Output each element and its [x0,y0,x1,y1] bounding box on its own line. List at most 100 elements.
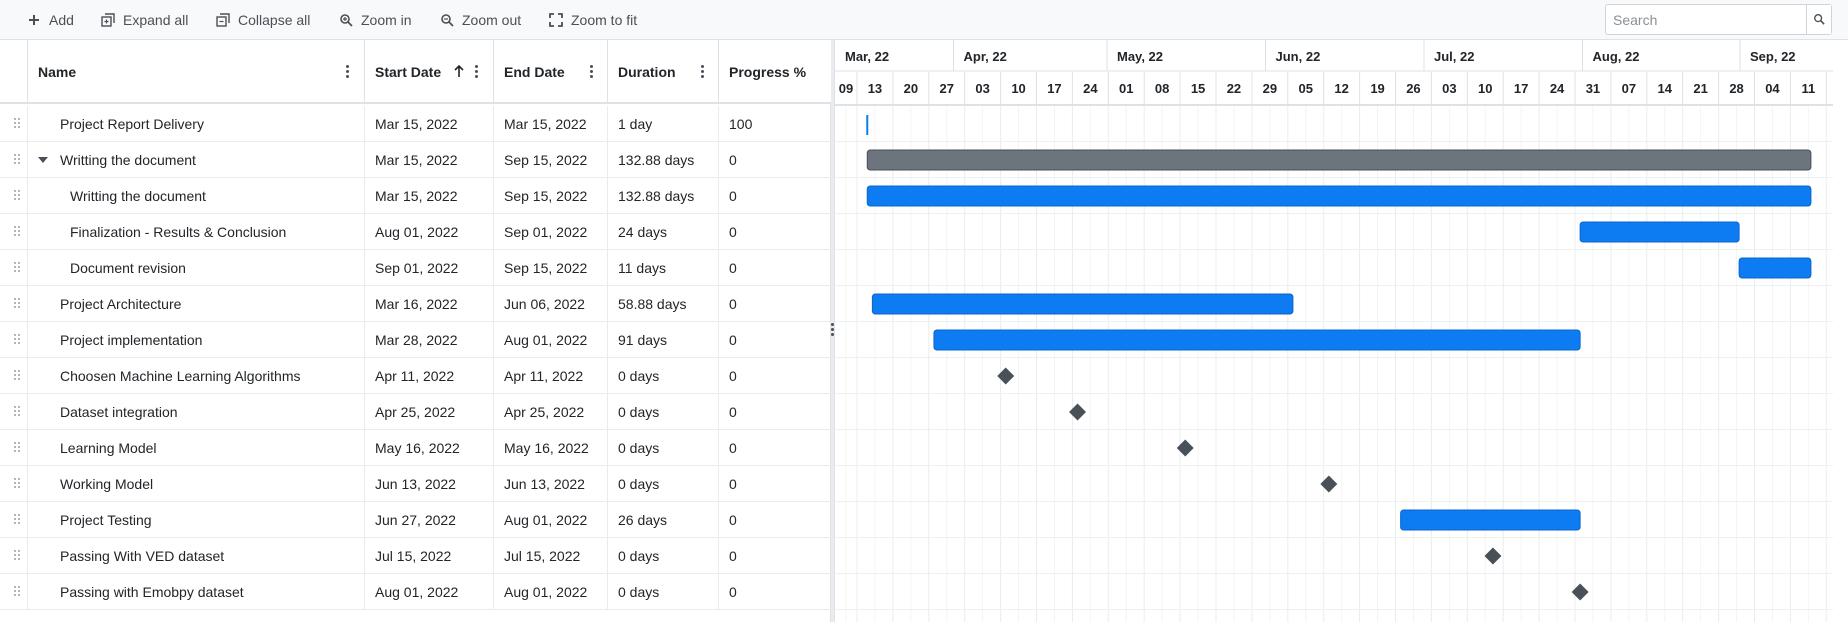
table-row[interactable]: Writting the document Mar 15, 2022 Sep 15,… [0,178,831,214]
cell-name[interactable]: Project implementation [28,322,365,358]
expand-all-button[interactable]: Expand all [101,8,188,32]
cell-duration[interactable]: 24 days [608,214,719,250]
cell-duration[interactable]: 0 days [608,358,719,394]
column-menu-icon[interactable] [590,65,594,79]
drag-handle-icon[interactable] [14,370,20,382]
cell-name[interactable]: Finalization - Results & Conclusion [28,214,365,250]
column-header-name[interactable]: Name [28,40,365,104]
column-menu-icon[interactable] [475,65,479,79]
cell-duration[interactable]: 26 days [608,502,719,538]
table-row[interactable]: Learning Model May 16, 2022 May 16, 2022 0 … [0,430,831,466]
cell-name[interactable]: Project Testing [28,502,365,538]
task-bar[interactable] [1579,221,1740,243]
drag-handle-icon[interactable] [14,406,20,418]
column-header-progress[interactable]: Progress % [719,40,831,104]
cell-duration[interactable]: 58.88 days [608,286,719,322]
drag-handle-icon[interactable] [14,154,20,166]
drag-handle-icon[interactable] [14,262,20,274]
table-row[interactable]: Project Testing Jun 27, 2022 Aug 01, 2022 2… [0,502,831,538]
table-row[interactable]: Working Model Jun 13, 2022 Jun 13, 2022 0 d… [0,466,831,502]
column-header-end-date[interactable]: End Date [494,40,608,104]
cell-progress[interactable]: 0 [719,466,831,502]
cell-start-date[interactable]: Jul 15, 2022 [365,538,494,574]
zoom-to-fit-button[interactable]: Zoom to fit [549,8,637,32]
cell-end-date[interactable]: Sep 15, 2022 [494,250,608,286]
milestone-marker[interactable] [1176,439,1194,457]
table-row[interactable]: Finalization - Results & Conclusion Aug 0… [0,214,831,250]
column-header-start-date[interactable]: Start Date [365,40,494,104]
cell-start-date[interactable]: Mar 15, 2022 [365,142,494,178]
summary-bar[interactable] [866,149,1812,171]
zoom-in-button[interactable]: Zoom in [339,8,412,32]
task-bar[interactable] [1738,257,1812,279]
task-bar[interactable] [933,329,1581,351]
milestone-marker[interactable] [1320,475,1338,493]
table-row[interactable]: Project implementation Mar 28, 2022 Aug 01… [0,322,831,358]
cell-start-date[interactable]: Mar 16, 2022 [365,286,494,322]
cell-end-date[interactable]: Jun 06, 2022 [494,286,608,322]
drag-handle-icon[interactable] [14,478,20,490]
cell-start-date[interactable]: Mar 15, 2022 [365,106,494,142]
drag-handle-icon[interactable] [14,442,20,454]
cell-end-date[interactable]: Sep 15, 2022 [494,178,608,214]
collapse-all-button[interactable]: Collapse all [216,8,310,32]
cell-duration[interactable]: 132.88 days [608,178,719,214]
cell-duration[interactable]: 1 day [608,106,719,142]
cell-duration[interactable]: 132.88 days [608,142,719,178]
cell-end-date[interactable]: Sep 01, 2022 [494,214,608,250]
cell-duration[interactable]: 0 days [608,574,719,610]
drag-handle-icon[interactable] [14,334,20,346]
cell-end-date[interactable]: Aug 01, 2022 [494,502,608,538]
cell-name[interactable]: Writting the document [28,178,365,214]
cell-start-date[interactable]: Mar 28, 2022 [365,322,494,358]
cell-start-date[interactable]: Mar 15, 2022 [365,178,494,214]
search-button[interactable] [1806,5,1831,34]
column-menu-icon[interactable] [346,65,350,79]
cell-name[interactable]: Learning Model [28,430,365,466]
cell-end-date[interactable]: Apr 25, 2022 [494,394,608,430]
cell-start-date[interactable]: Jun 27, 2022 [365,502,494,538]
cell-start-date[interactable]: Jun 13, 2022 [365,466,494,502]
cell-progress[interactable]: 0 [719,430,831,466]
milestone-marker[interactable] [1484,547,1502,565]
cell-progress[interactable]: 0 [719,142,831,178]
cell-duration[interactable]: 11 days [608,250,719,286]
task-bar[interactable] [866,185,1812,207]
cell-end-date[interactable]: May 16, 2022 [494,430,608,466]
cell-progress[interactable]: 0 [719,574,831,610]
cell-start-date[interactable]: Aug 01, 2022 [365,574,494,610]
drag-handle-icon[interactable] [14,190,20,202]
cell-name[interactable]: Passing With VED dataset [28,538,365,574]
search-input[interactable] [1606,5,1805,34]
table-row[interactable]: Document revision Sep 01, 2022 Sep 15, 202… [0,250,831,286]
drag-handle-icon[interactable] [14,586,20,598]
task-bar[interactable] [871,293,1294,315]
table-row[interactable]: Writting the document Mar 15, 2022 Sep 15,… [0,142,831,178]
zoom-out-button[interactable]: Zoom out [440,8,521,32]
milestone-marker[interactable] [997,367,1015,385]
cell-progress[interactable]: 0 [719,322,831,358]
cell-progress[interactable]: 0 [719,250,831,286]
cell-duration[interactable]: 0 days [608,394,719,430]
cell-name[interactable]: Working Model [28,466,365,502]
cell-name[interactable]: Document revision [28,250,365,286]
cell-progress[interactable]: 0 [719,286,831,322]
cell-start-date[interactable]: Apr 25, 2022 [365,394,494,430]
table-row[interactable]: Passing with Emobpy dataset Aug 01, 2022 A… [0,574,831,610]
cell-start-date[interactable]: May 16, 2022 [365,430,494,466]
cell-name[interactable]: Project Report Delivery [28,106,365,142]
cell-name[interactable]: Passing with Emobpy dataset [28,574,365,610]
cell-progress[interactable]: 0 [719,358,831,394]
cell-end-date[interactable]: Mar 15, 2022 [494,106,608,142]
sort-ascending-icon[interactable] [454,64,464,81]
table-row[interactable]: Project Report Delivery Mar 15, 2022 Mar 1… [0,106,831,142]
cell-duration[interactable]: 0 days [608,538,719,574]
column-header-duration[interactable]: Duration [608,40,719,104]
cell-end-date[interactable]: Jul 15, 2022 [494,538,608,574]
cell-end-date[interactable]: Sep 15, 2022 [494,142,608,178]
cell-end-date[interactable]: Aug 01, 2022 [494,322,608,358]
cell-name[interactable]: Choosen Machine Learning Algorithms [28,358,365,394]
cell-name[interactable]: Writting the document [28,142,365,178]
drag-handle-icon[interactable] [14,118,20,130]
cell-name[interactable]: Project Architecture [28,286,365,322]
